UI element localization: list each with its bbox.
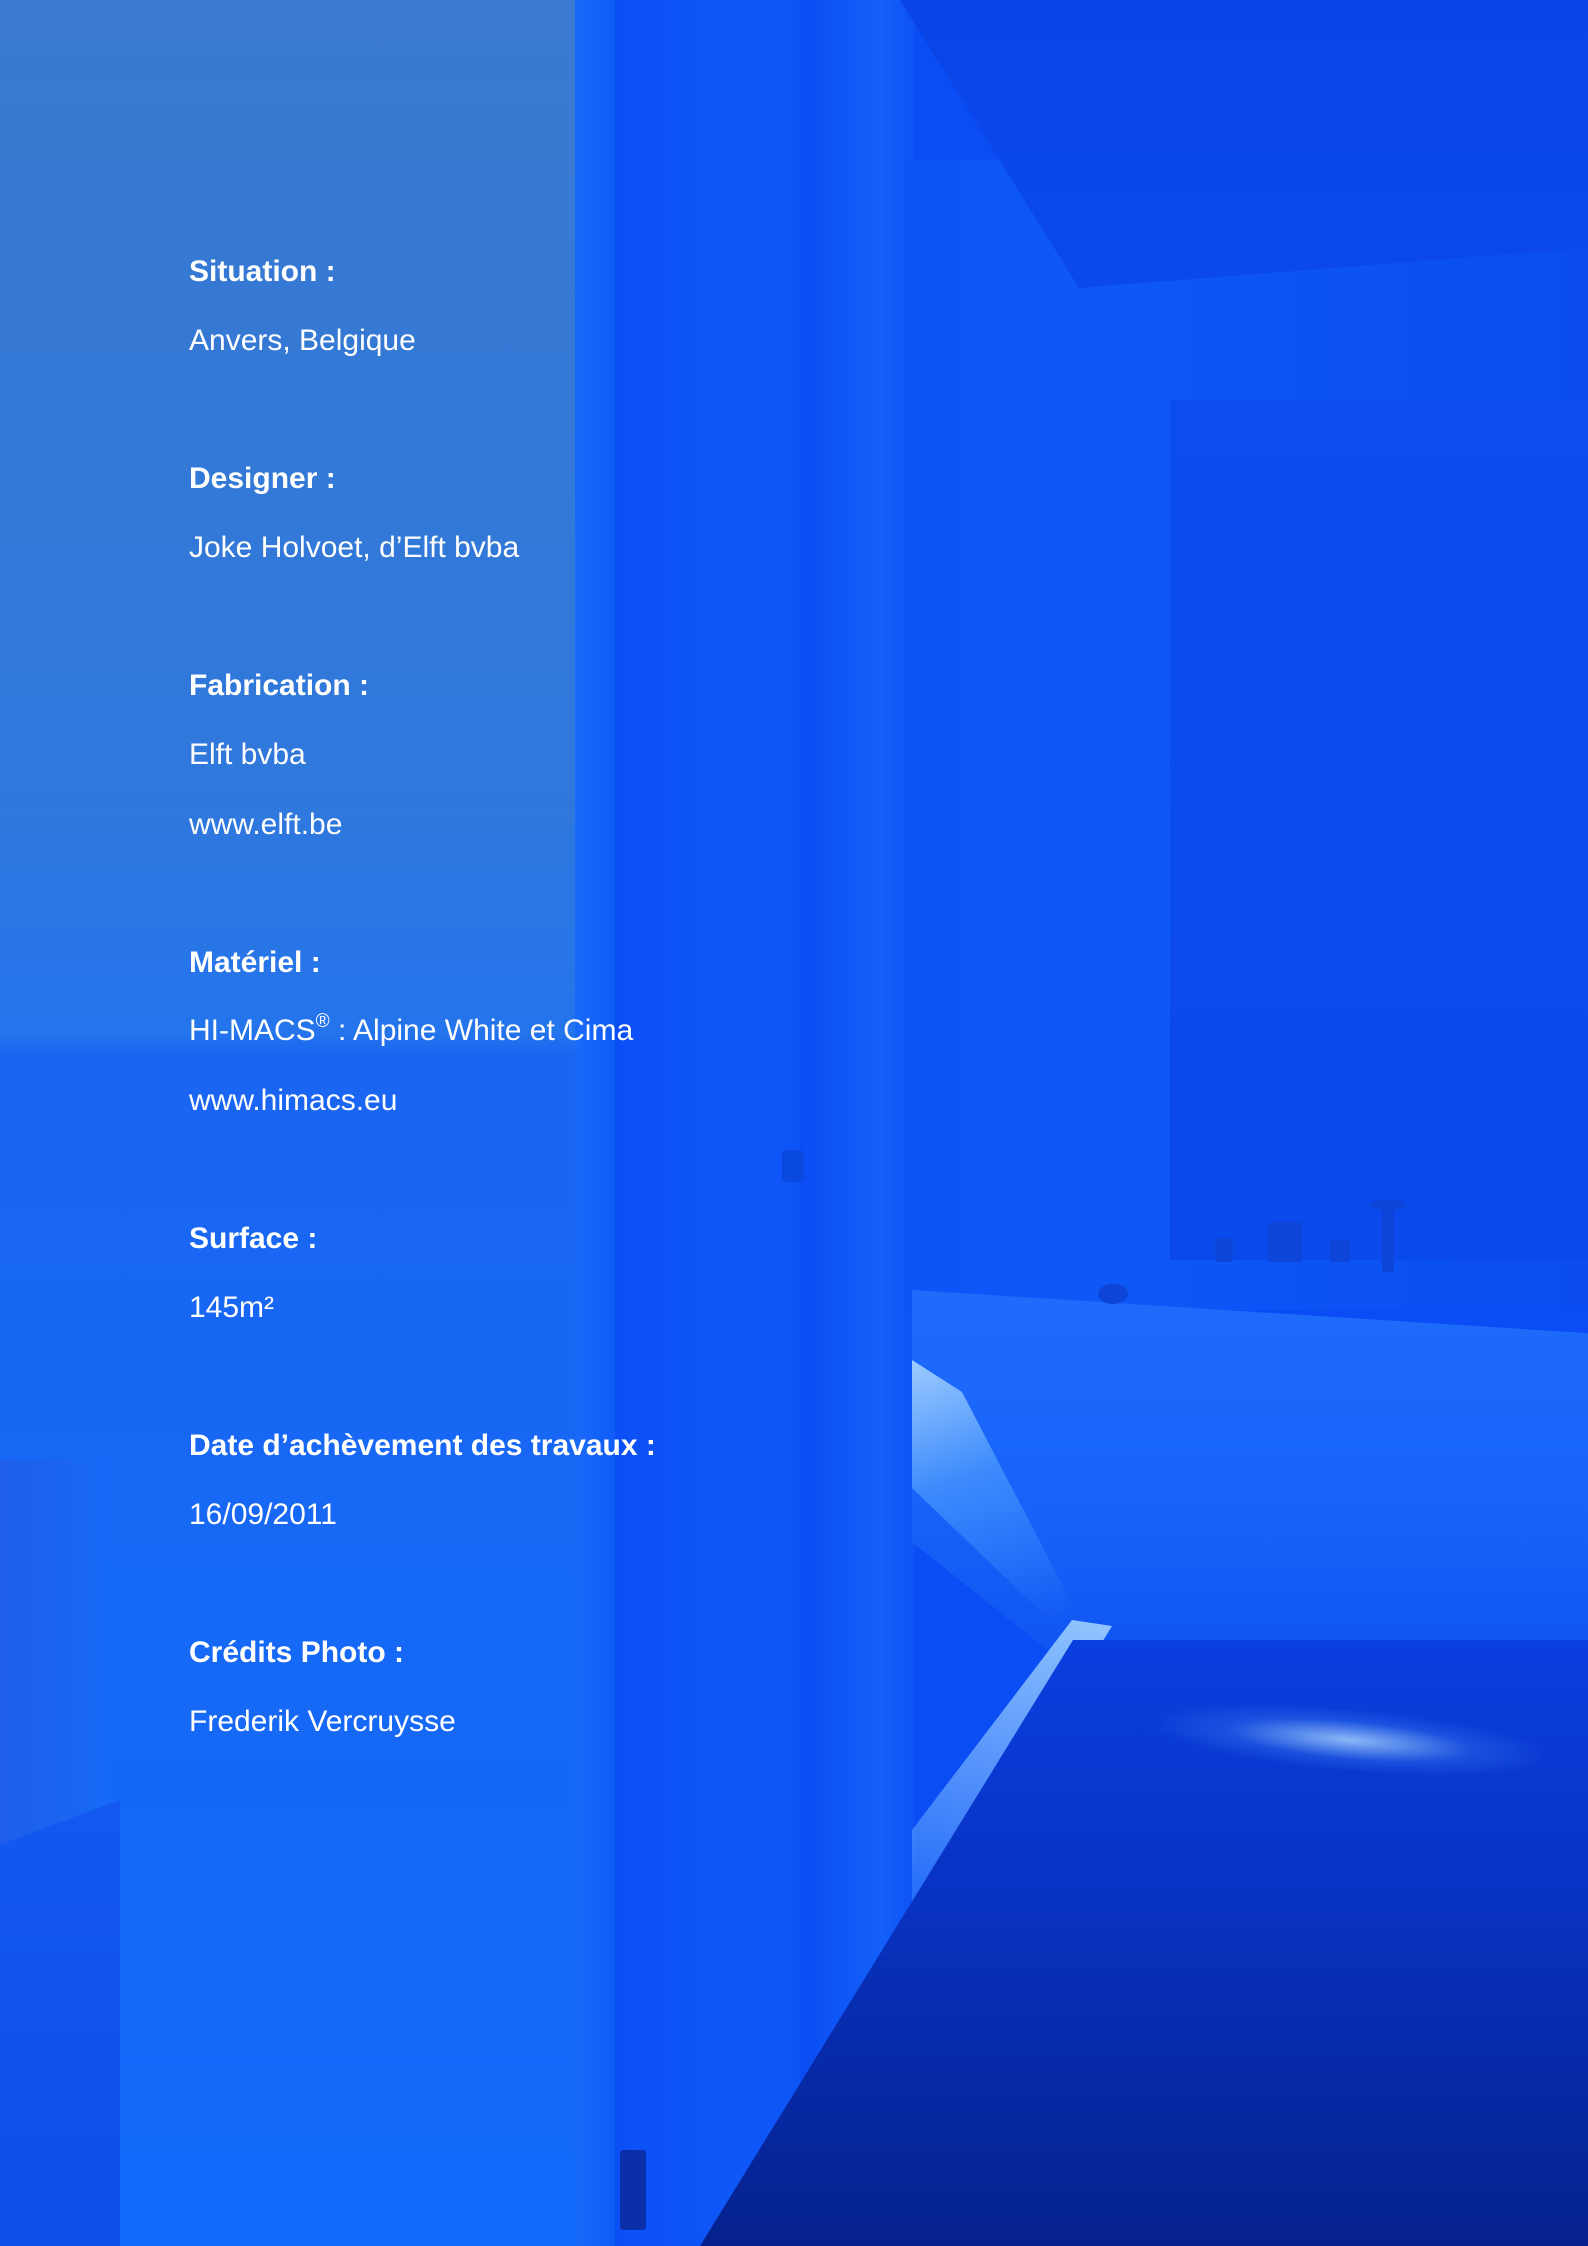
floor-grate	[620, 2150, 646, 2230]
faucet	[1268, 1222, 1302, 1262]
completion-date-label: Date d’achèvement des travaux :	[189, 1429, 656, 1462]
photo-credits-label: Crédits Photo :	[189, 1636, 404, 1669]
candle-holder	[1382, 1200, 1394, 1272]
pillar	[575, 0, 615, 2246]
left-floor	[0, 1800, 120, 2246]
fabrication-label: Fabrication :	[189, 669, 370, 702]
photo-credits-value: Frederik Vercruysse	[189, 1705, 456, 1738]
fabrication-value: Elft bvba	[189, 738, 306, 771]
tub-drain	[1098, 1284, 1128, 1304]
materiel-brand: HI-MACS	[189, 1014, 316, 1047]
materiel-website: www.himacs.eu	[189, 1084, 398, 1117]
materiel-value: HI-MACS® : Alpine White et Cima	[189, 1011, 634, 1048]
fabrication-website: www.elft.be	[189, 808, 343, 841]
materiel-colors: : Alpine White et Cima	[329, 1014, 634, 1047]
situation-label: Situation :	[189, 255, 336, 288]
wall-niche	[1170, 400, 1588, 1260]
faucet	[1330, 1240, 1350, 1262]
bathtub	[912, 1290, 1588, 1650]
situation-value: Anvers, Belgique	[189, 324, 416, 357]
surface-value: 145m²	[189, 1291, 275, 1324]
materiel-label: Matériel :	[189, 946, 321, 979]
candle-holder-top	[1370, 1200, 1406, 1210]
door-frame	[800, 0, 915, 2246]
registered-mark: ®	[315, 1011, 330, 1032]
completion-date-value: 16/09/2011	[189, 1498, 337, 1531]
surface-label: Surface :	[189, 1222, 318, 1255]
designer-value: Joke Holvoet, d’Elft bvba	[189, 531, 520, 564]
door-handle	[782, 1150, 804, 1182]
designer-label: Designer :	[189, 462, 336, 495]
faucet	[1215, 1238, 1233, 1262]
